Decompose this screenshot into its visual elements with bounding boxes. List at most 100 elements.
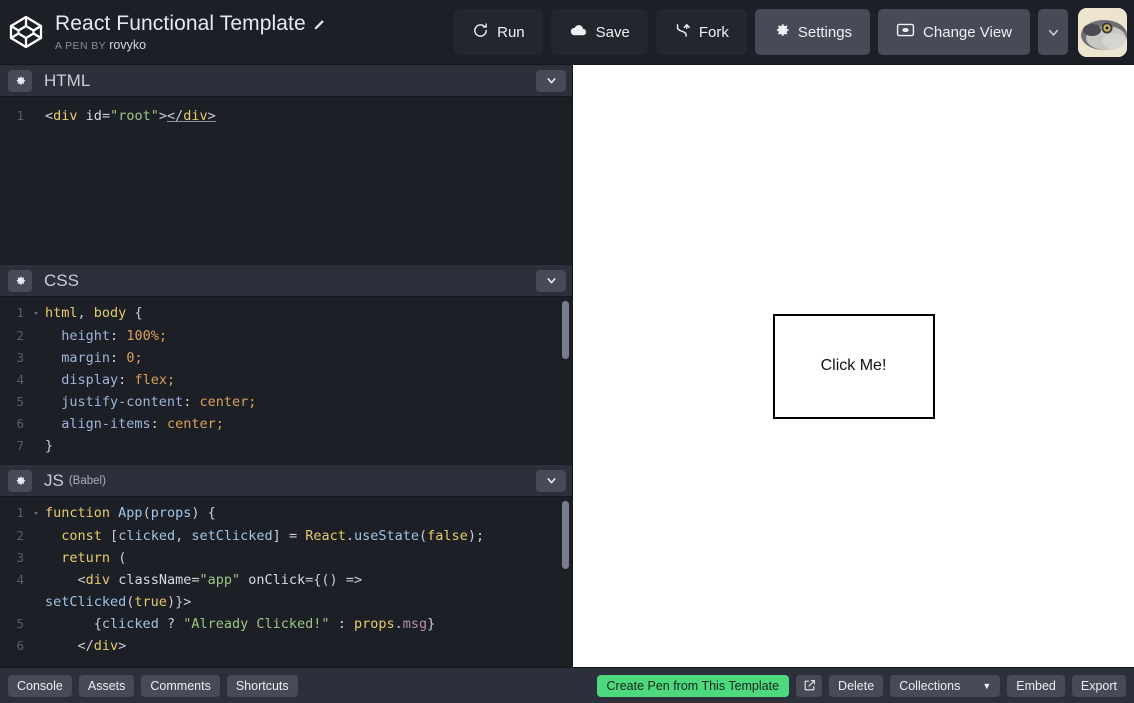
collections-select-label: Collections [899, 678, 961, 693]
code-line: 2 const [clicked, setClicked] = React.us… [0, 525, 572, 547]
gear-icon[interactable] [8, 69, 32, 92]
fold-marker[interactable] [30, 369, 42, 370]
console-button[interactable]: Console [8, 674, 72, 697]
page-title[interactable]: React Functional Template [55, 12, 306, 36]
line-number: 5 [16, 394, 24, 409]
js-pane-header: JS (Babel) [0, 465, 572, 497]
chevron-down-icon[interactable] [536, 469, 566, 492]
code-line: 7 } [0, 435, 572, 457]
editors-column: HTML 1 <div id="root"></div> CSS 1 ▾ htm… [0, 65, 573, 667]
css-code-area[interactable]: 1 ▾ html, body { 2 height: 100%; 3 margi… [0, 297, 572, 465]
line-number: 4 [16, 372, 24, 387]
preview-box-label: Click Me! [820, 357, 887, 374]
export-button[interactable]: Export [1071, 674, 1126, 697]
js-pane-subtitle: (Babel) [68, 474, 106, 487]
main-body: HTML 1 <div id="root"></div> CSS 1 ▾ htm… [0, 65, 1134, 667]
pen-byline: A PEN BY rovyko [55, 38, 326, 52]
pen-title-block: React Functional Template A PEN BY rovyk… [55, 12, 326, 52]
save-button[interactable]: Save [550, 9, 648, 55]
line-number: 7 [16, 438, 24, 453]
code-line: 5 justify-content: center; [0, 391, 572, 413]
screen-view-icon [896, 22, 915, 42]
line-number: 2 [16, 328, 24, 343]
settings-button-label: Settings [797, 23, 853, 41]
chevron-down-icon[interactable] [536, 269, 566, 292]
code-line: 3 margin: 0; [0, 347, 572, 369]
gear-icon[interactable] [8, 269, 32, 292]
fold-marker[interactable] [30, 547, 42, 548]
collections-select[interactable]: Collections ▼ [890, 674, 1001, 697]
byline-author[interactable]: rovyko [109, 38, 146, 52]
code-line: 3 return ( [0, 547, 572, 569]
preview-click-me-box[interactable]: Click Me! [772, 313, 935, 419]
code-text: html, body { [45, 305, 143, 321]
fold-marker[interactable] [30, 413, 42, 414]
code-line: 1 ▾ function App(props) { [0, 502, 572, 525]
js-editor-scrollbar[interactable] [562, 501, 569, 569]
byline-label: A PEN BY [55, 40, 107, 52]
code-text: </div> [77, 638, 127, 654]
code-line: 1 ▾ html, body { [0, 302, 572, 325]
fold-marker[interactable]: ▾ [30, 502, 42, 525]
delete-button[interactable]: Delete [829, 674, 884, 697]
shortcuts-button[interactable]: Shortcuts [226, 674, 298, 697]
fork-button[interactable]: Fork [655, 9, 747, 55]
fold-marker[interactable] [30, 569, 42, 570]
code-line-continuation: setClicked(true)}> [0, 591, 572, 613]
avatar[interactable] [1078, 7, 1127, 57]
run-button[interactable]: Run [454, 9, 543, 55]
gear-icon[interactable] [8, 469, 32, 492]
code-line: 4 <div className="app" onClick={() => [0, 569, 572, 591]
save-button-label: Save [595, 23, 630, 41]
html-code-area[interactable]: 1 <div id="root"></div> [0, 97, 572, 265]
css-pane-header: CSS [0, 265, 572, 297]
fold-marker[interactable] [30, 635, 42, 636]
codepen-logo-icon[interactable] [5, 11, 47, 53]
embed-button[interactable]: Embed [1007, 674, 1065, 697]
code-text: setClicked(true)}> [45, 594, 192, 610]
header-more-chevron-down-icon[interactable] [1038, 9, 1068, 55]
settings-button[interactable]: Settings [754, 9, 871, 55]
fold-marker[interactable] [30, 325, 42, 326]
fold-marker[interactable] [30, 613, 42, 614]
js-editor-pane: JS (Babel) 1 ▾ function App(props) {2 c… [0, 465, 572, 667]
create-pen-from-template-button[interactable]: Create Pen from This Template [596, 674, 790, 697]
comments-button[interactable]: Comments [141, 674, 220, 697]
pencil-edit-icon[interactable] [313, 18, 326, 31]
preview-pane: Click Me! [573, 65, 1134, 667]
line-number: 2 [16, 528, 24, 543]
footer-toolbar: Console Assets Comments Shortcuts Create… [0, 667, 1134, 703]
code-line: 2 height: 100%; [0, 325, 572, 347]
line-number: 3 [16, 550, 24, 565]
line-number: 6 [16, 416, 24, 431]
code-text: } [45, 438, 54, 454]
fold-marker[interactable] [30, 105, 42, 106]
footer-right-group: Create Pen from This Template Delete Col… [596, 674, 1126, 697]
js-pane-title: JS [44, 470, 64, 490]
external-link-icon[interactable] [796, 674, 823, 697]
line-number: 6 [16, 638, 24, 653]
css-editor-pane: CSS 1 ▾ html, body { 2 height: 100%; 3 m… [0, 265, 572, 465]
change-view-button[interactable]: Change View [878, 9, 1030, 55]
fold-marker[interactable] [30, 347, 42, 348]
code-line: 6 align-items: center; [0, 413, 572, 435]
change-view-button-label: Change View [923, 23, 1012, 41]
code-line: 1 <div id="root"></div> [0, 105, 572, 127]
fold-marker[interactable] [30, 391, 42, 392]
css-editor-scrollbar[interactable] [562, 301, 569, 359]
fold-marker[interactable] [30, 435, 42, 436]
fold-marker[interactable]: ▾ [30, 302, 42, 325]
code-text: {clicked ? "Already Clicked!" : props.ms… [93, 616, 436, 632]
chevron-down-icon[interactable] [536, 69, 566, 92]
code-text: align-items: center; [61, 416, 224, 432]
codepen-editor-app: React Functional Template A PEN BY rovyk… [0, 0, 1134, 703]
code-text: height: 100%; [61, 328, 167, 344]
assets-button[interactable]: Assets [78, 674, 135, 697]
fork-button-label: Fork [698, 23, 729, 41]
header-actions: Run Save Fork Settings Change View [454, 7, 1127, 57]
code-line: 4 display: flex; [0, 369, 572, 391]
line-number: 1 [16, 505, 24, 520]
fold-marker[interactable] [30, 525, 42, 526]
js-code-area[interactable]: 1 ▾ function App(props) { 2 const [click… [0, 497, 572, 667]
run-button-label: Run [497, 23, 525, 41]
